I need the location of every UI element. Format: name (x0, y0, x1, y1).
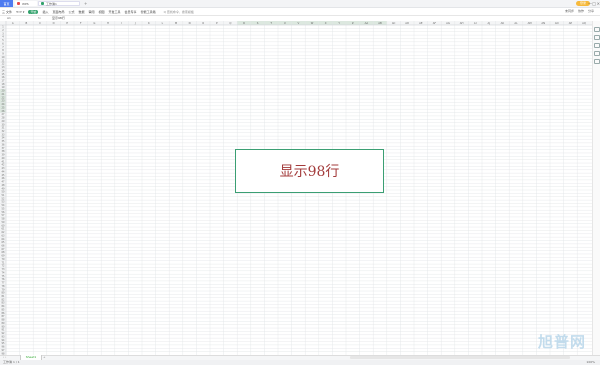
maximize-icon[interactable]: □ (592, 1, 596, 6)
column-header: AK (501, 21, 505, 25)
column-header: C (39, 21, 41, 25)
ribbon-tab[interactable]: 开发工具 (109, 10, 121, 14)
horizontal-scrollbar[interactable] (350, 356, 570, 359)
ribbon-tab[interactable]: 开始 (28, 9, 39, 14)
name-box[interactable]: A1 (7, 16, 11, 20)
column-header: H (107, 21, 109, 25)
column-header: V (298, 21, 300, 25)
file-menu[interactable]: 三 文件 (2, 10, 12, 14)
column-header: R (243, 21, 245, 25)
ribbon-tab[interactable]: 审阅 (89, 10, 95, 14)
zoom-level[interactable]: 100% (586, 360, 595, 365)
ribbon: 三 文件 ⟲ ⟳ ▾ 开始 插入 页面布局 公式 数据 审阅 视图 开发工具 会员专享 智能工具箱… (0, 8, 600, 15)
column-header: AB (378, 21, 382, 25)
column-header: Z (352, 21, 354, 25)
column-header: AL (514, 21, 518, 25)
search-commands[interactable]: Q 查找命令、搜索模板 (164, 10, 194, 14)
popup-text: 显示98行 (279, 164, 340, 180)
wps-tab-label: WPS (22, 1, 29, 6)
backup-icon[interactable] (594, 51, 600, 56)
fx-icon[interactable]: fx (38, 16, 41, 20)
style-icon[interactable] (594, 35, 600, 40)
ribbon-tab[interactable]: 智能工具箱 (141, 10, 156, 14)
column-header: D (53, 21, 55, 25)
select-icon[interactable] (594, 27, 600, 32)
title-bar (0, 0, 600, 8)
workbook-tab-label: 工作簿1 (46, 1, 57, 6)
column-header: W (311, 21, 314, 25)
home-tab[interactable]: 首页 (0, 0, 13, 7)
column-header: AM (528, 21, 532, 25)
column-header: AD (405, 21, 409, 25)
column-header: AP (569, 21, 573, 25)
column-header: X (325, 21, 327, 25)
column-header: Q (229, 21, 231, 25)
status-bar (0, 360, 600, 365)
column-header: K (148, 21, 150, 25)
spreadsheet-icon (41, 2, 44, 5)
ribbon-right-actions: 未同步 协作 分享 (565, 9, 594, 13)
right-sidebar (592, 21, 600, 355)
formula-input[interactable]: 显示98行 (52, 16, 65, 20)
ribbon-tab[interactable]: 插入 (42, 10, 48, 14)
column-header: AA (365, 21, 369, 25)
ribbon-tab[interactable]: 数据 (78, 10, 84, 14)
column-header: G (93, 21, 95, 25)
ribbon-tabs: 开始 插入 页面布局 公式 数据 审阅 视图 开发工具 会员专享 智能工具箱 (28, 9, 159, 14)
column-header: AE (419, 21, 423, 25)
status-text: 工作簿 1 / 1 (3, 360, 20, 364)
column-header: AJ (488, 21, 491, 25)
column-header: O (202, 21, 204, 25)
column-header: AG (446, 21, 450, 25)
property-icon[interactable] (594, 43, 600, 48)
home-tab-label: 首页 (3, 1, 10, 6)
wps-tab[interactable]: WPS (15, 1, 37, 6)
close-icon[interactable]: × (597, 1, 600, 6)
column-header: A (12, 21, 14, 25)
column-header: J (134, 21, 136, 25)
ribbon-right-item[interactable]: 协作 (578, 9, 584, 13)
help-icon[interactable] (594, 59, 600, 64)
column-header: AC (392, 21, 396, 25)
ribbon-tab[interactable]: 会员专享 (125, 10, 137, 14)
column-header: M (175, 21, 177, 25)
ribbon-right-item[interactable]: 分享 (588, 9, 594, 13)
ribbon-tab[interactable]: 页面布局 (52, 10, 64, 14)
ribbon-right-item[interactable]: 未同步 (565, 9, 574, 13)
wps-icon (17, 2, 20, 5)
watermark-logo: 旭普网 (537, 333, 586, 351)
column-header: N (189, 21, 191, 25)
column-header: AQ (582, 21, 586, 25)
column-header: AF (433, 21, 437, 25)
column-header: U (284, 21, 286, 25)
column-header: AH (460, 21, 464, 25)
ribbon-tab[interactable]: 视图 (99, 10, 105, 14)
row-count-popup: 显示98行 (235, 149, 384, 193)
new-tab-button[interactable]: + (84, 1, 87, 6)
ribbon-tab[interactable]: 公式 (68, 10, 74, 14)
column-header: AN (541, 21, 545, 25)
column-header: AO (555, 21, 559, 25)
undo-redo-icons[interactable]: ⟲ ⟳ ▾ (16, 10, 24, 14)
column-header: AI (474, 21, 477, 25)
workbook-tab[interactable]: 工作簿1 (38, 1, 80, 6)
column-header: B (26, 21, 28, 25)
